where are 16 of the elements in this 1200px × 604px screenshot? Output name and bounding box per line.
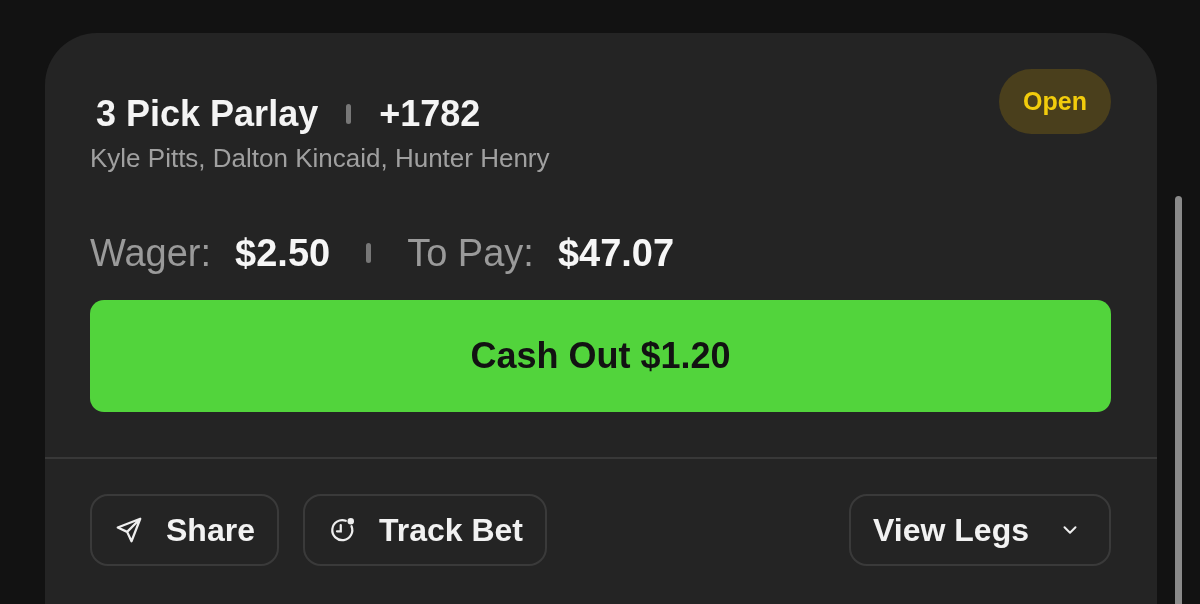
separator-bar	[366, 243, 372, 263]
amount-value: $47.07	[557, 231, 675, 275]
view-legs-button[interactable]: View Legs	[849, 494, 1111, 566]
amount-label: To Pay:	[407, 231, 534, 275]
paper-plane-icon	[114, 515, 144, 545]
player-names: Kyle Pitts, Dalton Kincaid, Hunter Henry	[90, 143, 550, 174]
amount-label: Wager:	[90, 231, 212, 275]
track-bet-button[interactable]: Track Bet	[302, 494, 547, 566]
amount-value: $2.50	[235, 231, 331, 275]
status-badge: Open	[999, 69, 1111, 134]
cash-out-button[interactable]: Cash Out $1.20	[90, 300, 1111, 412]
separator-bar	[346, 104, 352, 124]
bet-title: 3 Pick Parlay	[96, 93, 319, 135]
share-button[interactable]: Share	[90, 494, 279, 566]
scrollbar-thumb[interactable]	[1175, 196, 1182, 604]
odds: +1782	[379, 93, 481, 135]
